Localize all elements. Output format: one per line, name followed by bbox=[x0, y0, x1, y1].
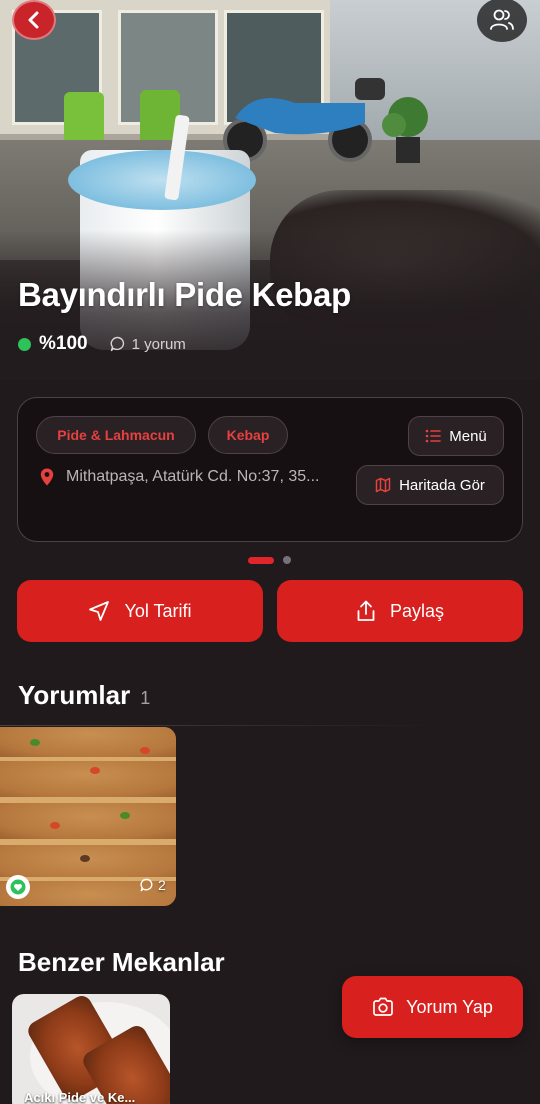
write-review-label: Yorum Yap bbox=[406, 996, 493, 1017]
topping bbox=[90, 767, 100, 774]
chevron-left-icon bbox=[28, 11, 39, 29]
category-chip-pide-lahmacun[interactable]: Pide & Lahmacun bbox=[36, 416, 196, 454]
share-label: Paylaş bbox=[389, 600, 445, 621]
hero-cup-lid bbox=[68, 150, 256, 210]
review-comment-count[interactable]: 2 bbox=[140, 877, 166, 893]
write-review-button[interactable]: Yorum Yap bbox=[342, 976, 523, 1038]
rating-row: %100 1 yorum bbox=[18, 333, 186, 355]
comment-bubble-icon bbox=[140, 878, 153, 892]
topping bbox=[50, 822, 60, 829]
comment-count-label: 1 yorum bbox=[131, 335, 186, 353]
address-row[interactable]: Mithatpaşa, Atatürk Cd. No:37, 35... bbox=[40, 468, 319, 486]
users-icon bbox=[490, 9, 514, 30]
category-chip-kebap[interactable]: Kebap bbox=[208, 416, 288, 454]
directions-button[interactable]: Yol Tarifi bbox=[17, 580, 263, 642]
menu-button[interactable]: Menü bbox=[408, 416, 504, 456]
map-icon bbox=[375, 477, 391, 493]
review-photo-pide bbox=[0, 727, 176, 761]
rating-percent: %100 bbox=[39, 333, 88, 354]
similar-place-card[interactable]: Acıkı Pide ve Ke... bbox=[12, 994, 170, 1104]
reviews-title: Yorumlar bbox=[18, 680, 131, 710]
camera-icon bbox=[373, 997, 393, 1016]
review-photo-pide bbox=[0, 799, 176, 843]
reviews-divider bbox=[0, 725, 440, 726]
hero-plant bbox=[382, 97, 428, 163]
topping bbox=[140, 747, 150, 754]
topping bbox=[80, 855, 90, 862]
pagination-dot[interactable] bbox=[283, 556, 291, 564]
menu-button-label: Menü bbox=[449, 427, 487, 445]
review-comment-count-value: 2 bbox=[158, 877, 166, 893]
restaurant-name: Bayındırlı Pide Kebap bbox=[18, 276, 351, 313]
navigation-arrow-icon bbox=[89, 601, 110, 621]
reviews-count: 1 bbox=[140, 688, 151, 708]
share-icon bbox=[357, 600, 375, 621]
show-on-map-label: Haritada Gör bbox=[399, 476, 485, 494]
pagination-dot-active[interactable] bbox=[248, 556, 274, 564]
hero-photo bbox=[0, 0, 540, 380]
location-pin-icon bbox=[40, 468, 54, 486]
users-button[interactable] bbox=[477, 0, 527, 42]
reviews-heading: Yorumlar 1 bbox=[18, 680, 150, 711]
review-photo-pide bbox=[0, 757, 176, 801]
rating-status-dot bbox=[18, 337, 31, 351]
topping bbox=[30, 739, 40, 746]
review-card[interactable]: 2 bbox=[0, 727, 176, 906]
address-text: Mithatpaşa, Atatürk Cd. No:37, 35... bbox=[66, 468, 320, 485]
share-button[interactable]: Paylaş bbox=[277, 580, 523, 642]
comment-bubble-icon bbox=[110, 336, 124, 352]
similar-heading: Benzer Mekanlar bbox=[18, 947, 225, 977]
hero-chair bbox=[64, 92, 104, 147]
back-button[interactable] bbox=[12, 0, 56, 40]
comment-count[interactable]: 1 yorum bbox=[110, 336, 186, 353]
list-icon bbox=[425, 429, 442, 443]
topping bbox=[120, 812, 130, 819]
card-pagination bbox=[248, 556, 291, 564]
like-badge[interactable] bbox=[6, 875, 30, 899]
info-card: Pide & Lahmacun Kebap Menü Mithatpaşa, A… bbox=[17, 397, 523, 542]
similar-place-name: Acıkı Pide ve Ke... bbox=[24, 1090, 136, 1104]
heart-icon bbox=[10, 879, 26, 895]
directions-label: Yol Tarifi bbox=[124, 600, 192, 621]
show-on-map-button[interactable]: Haritada Gör bbox=[356, 465, 504, 505]
